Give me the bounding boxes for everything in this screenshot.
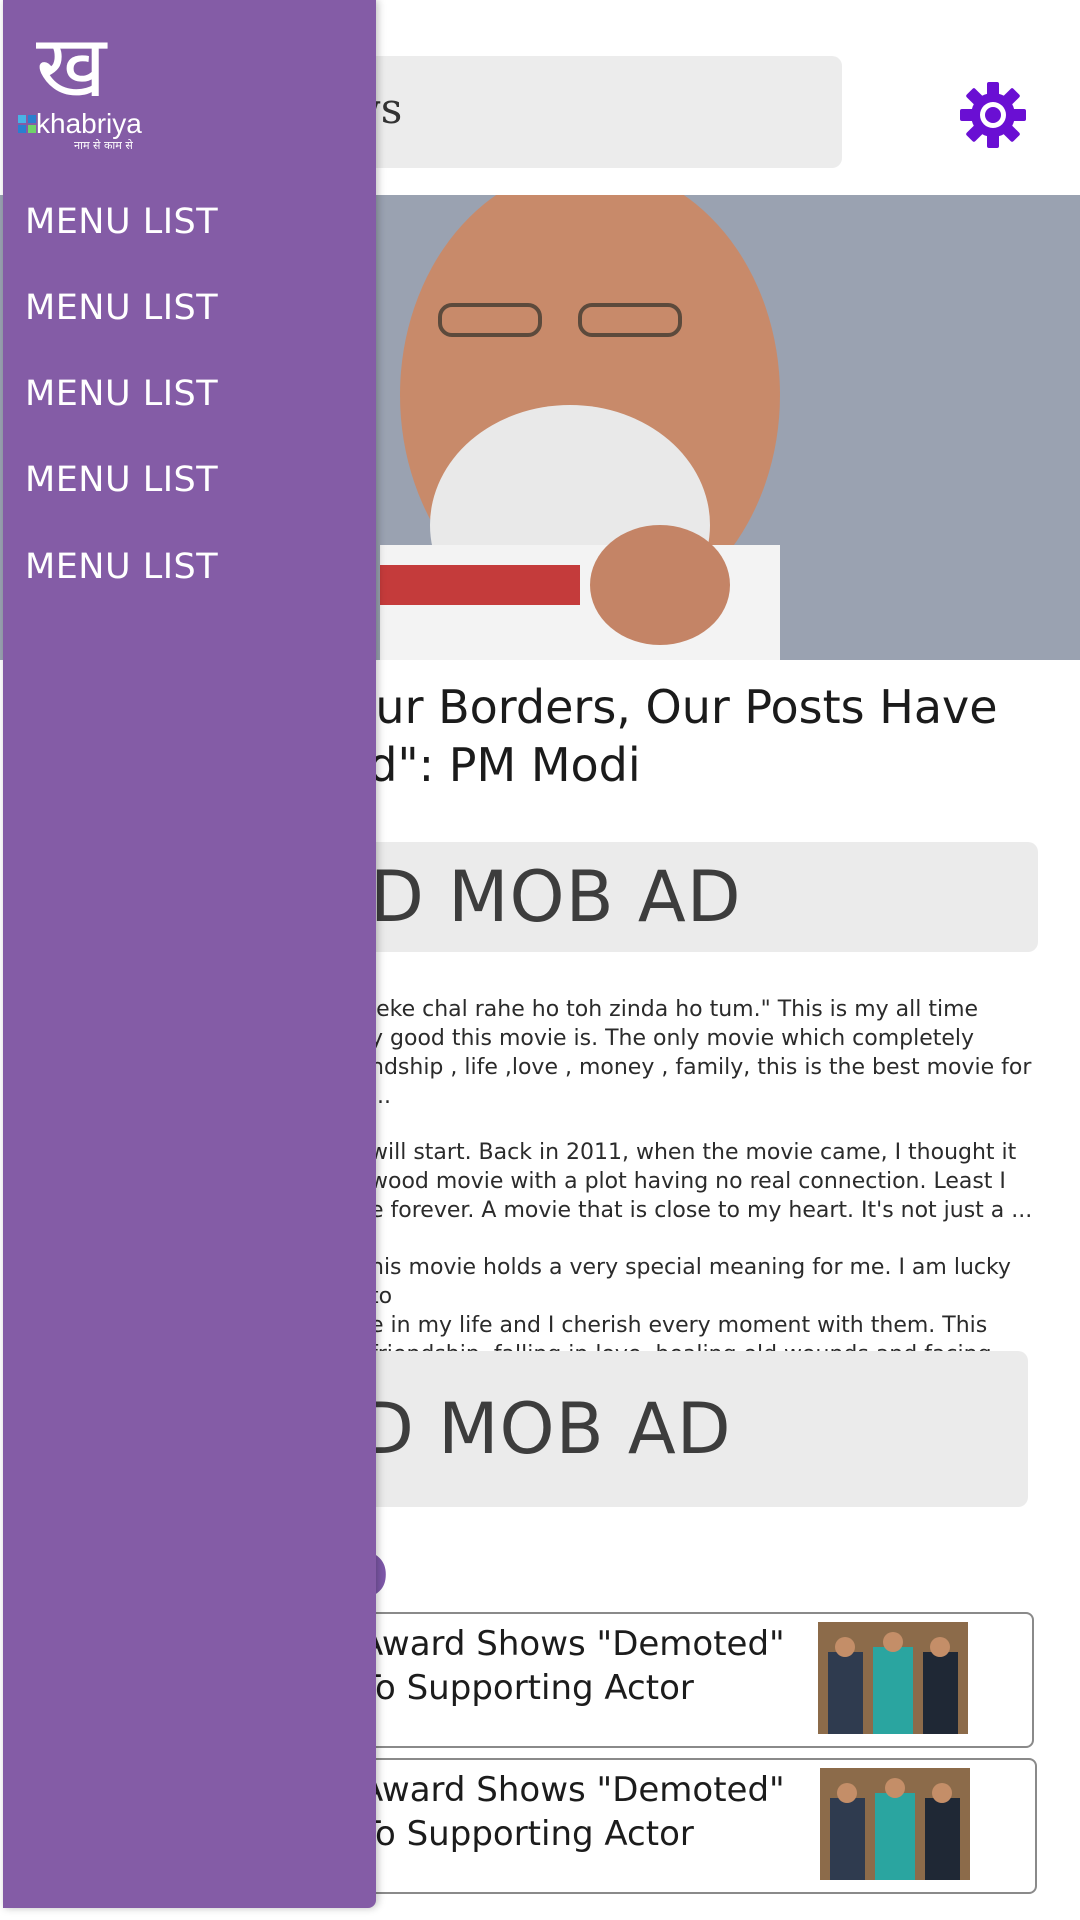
menu-item[interactable]: MENU LIST xyxy=(25,202,218,242)
navigation-drawer xyxy=(3,0,376,1908)
card-thumbnail[interactable] xyxy=(818,1622,968,1734)
card-title: Award Shows "Demoted" To Supporting Acto… xyxy=(360,1770,785,1854)
review-paragraph: leke chal rahe ho toh zinda ho tum." Thi… xyxy=(370,997,1032,1109)
logo: ख xyxy=(36,17,107,117)
headline-line: Dur Borders, Our Posts Have xyxy=(340,680,998,734)
menu-item[interactable]: MENU LIST xyxy=(25,374,218,414)
card-thumbnail[interactable] xyxy=(820,1768,970,1880)
ad-label: D MOB AD xyxy=(360,1388,732,1470)
review-paragraph: will start. Back in 2011, when the movie… xyxy=(370,1140,1033,1223)
article-headline[interactable]: Dur Borders, Our Posts Have ed": PM Modi xyxy=(340,678,1040,794)
ad-label: D MOB AD xyxy=(370,856,742,938)
headline-line: ed": PM Modi xyxy=(340,738,641,792)
logo-name: khabriya xyxy=(36,108,142,139)
card-title: Award Shows "Demoted" To Supporting Acto… xyxy=(360,1624,785,1708)
logo-mark-icon xyxy=(18,115,36,133)
menu-item[interactable]: MENU LIST xyxy=(25,288,218,328)
gear-icon[interactable] xyxy=(958,80,1028,150)
menu-item[interactable]: MENU LIST xyxy=(25,547,218,587)
menu-item[interactable]: MENU LIST xyxy=(25,460,218,500)
logo-tagline: नाम से काम से xyxy=(74,139,133,152)
